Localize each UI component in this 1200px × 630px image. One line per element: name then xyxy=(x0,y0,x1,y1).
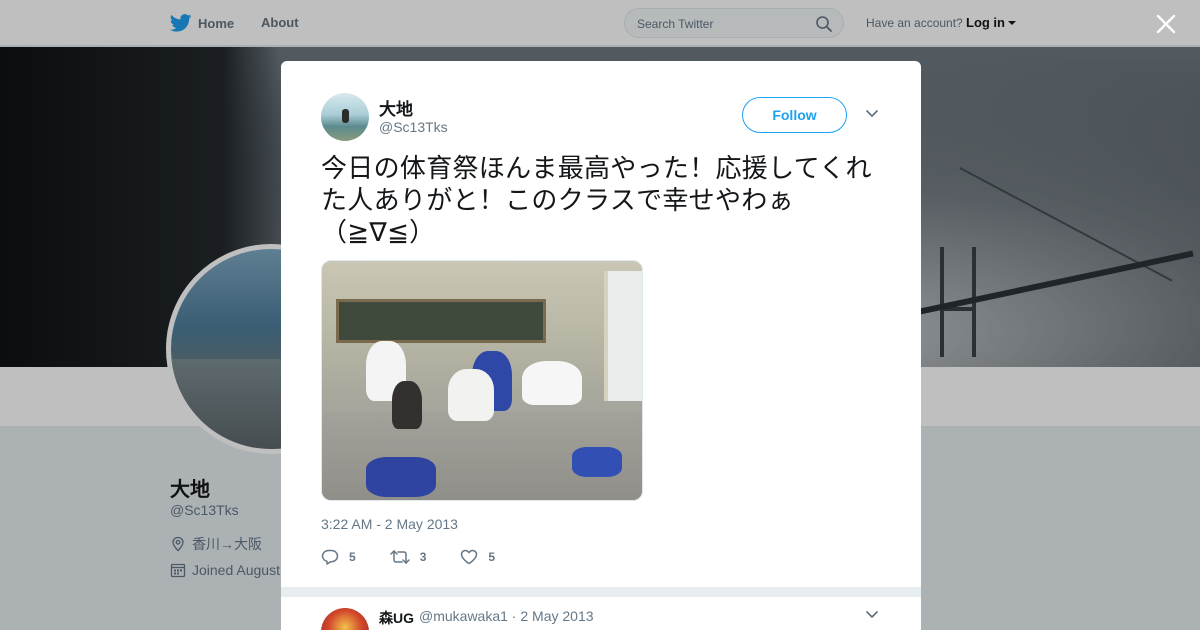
tweet-photo[interactable] xyxy=(321,260,643,501)
reply-author-avatar[interactable] xyxy=(321,608,369,630)
reply-divider xyxy=(281,587,921,597)
tweet-actions: 5 3 5 xyxy=(321,547,529,567)
retweet-count: 3 xyxy=(419,550,427,564)
reply-action[interactable]: 5 xyxy=(321,549,356,565)
reply-count: 5 xyxy=(349,550,356,564)
tweet-text: 今日の体育祭ほんま最高やった！応援してくれた人ありがと！このクラスで幸せやわぁ（… xyxy=(321,153,872,247)
tweet-modal: 大地 @Sc13Tks Follow 今日の体育祭ほんま最高やった！応援してくれ… xyxy=(281,61,921,630)
like-action[interactable]: 5 xyxy=(460,549,495,565)
tweet-author-handle[interactable]: @Sc13Tks xyxy=(379,119,448,135)
like-count: 5 xyxy=(488,550,496,564)
follow-button[interactable]: Follow xyxy=(742,97,847,133)
heart-icon xyxy=(461,549,478,565)
chevron-down-icon[interactable] xyxy=(865,109,879,119)
reply-icon xyxy=(321,549,339,565)
reply-author-name[interactable]: 森UG xyxy=(379,608,414,628)
photo-figure xyxy=(392,381,422,429)
photo-window xyxy=(604,271,642,401)
photo-blackboard xyxy=(336,299,546,343)
retweet-action[interactable]: 3 xyxy=(389,549,427,565)
retweet-icon xyxy=(389,550,410,564)
tweet-author-name[interactable]: 大地 xyxy=(379,95,413,120)
photo-bag xyxy=(572,447,622,477)
photo-figure xyxy=(448,369,494,421)
photo-figure xyxy=(522,361,582,405)
chevron-down-icon[interactable] xyxy=(865,610,879,620)
close-icon[interactable] xyxy=(1155,13,1177,35)
photo-bag xyxy=(366,457,436,497)
tweet-timestamp[interactable]: 3:22 AM - 2 May 2013 xyxy=(321,516,458,532)
reply-meta[interactable]: @mukawaka1 · 2 May 2013 xyxy=(419,608,594,624)
tweet-author-avatar[interactable] xyxy=(321,93,369,141)
